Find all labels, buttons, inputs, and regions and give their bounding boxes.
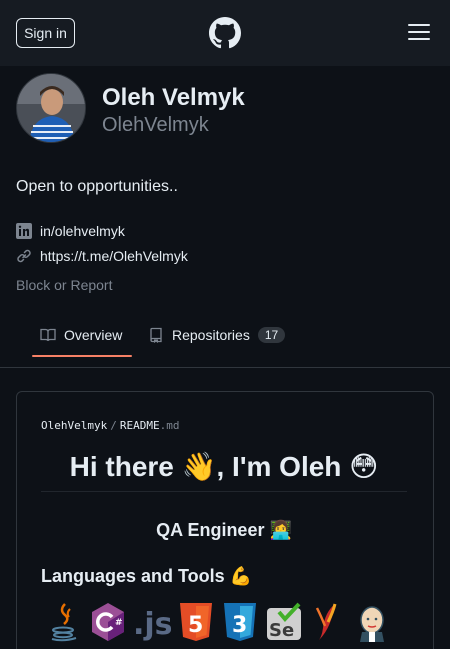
svg-text:5: 5 xyxy=(188,613,203,638)
readme-owner-link[interactable]: OlehVelmyk xyxy=(41,419,107,432)
readme-file-name: README xyxy=(119,419,160,432)
telegram-link-text[interactable]: https://t.me/OlehVelmyk xyxy=(40,248,188,264)
svg-text:Se: Se xyxy=(269,620,294,641)
readme-tools-heading: Languages and Tools 💪 xyxy=(41,566,253,586)
path-separator: / xyxy=(110,419,117,432)
maven-icon[interactable] xyxy=(309,602,347,642)
sign-in-button[interactable]: Sign in xyxy=(16,18,75,48)
readme-role: QA Engineer 👩‍💻 xyxy=(156,520,292,540)
repo-icon xyxy=(150,327,162,343)
tab-repositories[interactable]: Repositories 17 xyxy=(148,312,286,357)
css3-icon[interactable]: 3 xyxy=(221,602,259,642)
profile-tabs: Overview Repositories 17 xyxy=(0,312,450,368)
java-icon[interactable] xyxy=(45,602,83,642)
telegram-link[interactable]: https://t.me/OlehVelmyk xyxy=(16,246,188,266)
tab-overview[interactable]: Overview xyxy=(40,312,122,357)
book-icon xyxy=(40,328,56,341)
svg-text:.js: .js xyxy=(133,607,171,642)
repositories-count-badge: 17 xyxy=(257,326,286,343)
hamburger-icon[interactable] xyxy=(408,24,430,42)
person-photo-icon xyxy=(17,74,85,142)
github-icon[interactable] xyxy=(209,17,241,49)
linkedin-icon xyxy=(16,223,32,239)
jenkins-icon[interactable] xyxy=(353,602,391,642)
profile-username: OlehVelmyk xyxy=(102,114,209,136)
selenium-icon[interactable]: Se xyxy=(265,602,303,642)
readme-path: OlehVelmyk / README.md xyxy=(41,419,179,432)
svg-text:3: 3 xyxy=(232,613,247,638)
block-report-link[interactable]: Block or Report xyxy=(16,277,112,293)
csharp-icon[interactable]: # xyxy=(89,602,127,642)
tool-icons-row: # .js 5 3 Se xyxy=(45,602,391,642)
linkedin-link-text[interactable]: in/olehvelmyk xyxy=(40,223,125,239)
avatar[interactable] xyxy=(16,73,86,143)
tab-overview-label: Overview xyxy=(64,326,123,343)
html5-icon[interactable]: 5 xyxy=(177,602,215,642)
link-icon xyxy=(17,249,31,263)
readme-heading: Hi there 👋, I'm Oleh 😳 xyxy=(41,450,407,492)
top-header: Sign in xyxy=(0,0,450,66)
js-icon[interactable]: .js xyxy=(133,602,171,642)
tab-selected-indicator xyxy=(32,355,132,357)
readme-file-ext: .md xyxy=(159,419,180,432)
svg-text:#: # xyxy=(115,618,123,628)
profile-full-name: Oleh Velmyk xyxy=(102,84,245,111)
tab-repositories-label: Repositories xyxy=(172,326,250,343)
linkedin-link[interactable]: in/olehvelmyk xyxy=(16,221,125,241)
profile-bio: Open to opportunities.. xyxy=(16,178,178,195)
readme-card: OlehVelmyk / README.md Hi there 👋, I'm Ole… xyxy=(16,391,434,649)
